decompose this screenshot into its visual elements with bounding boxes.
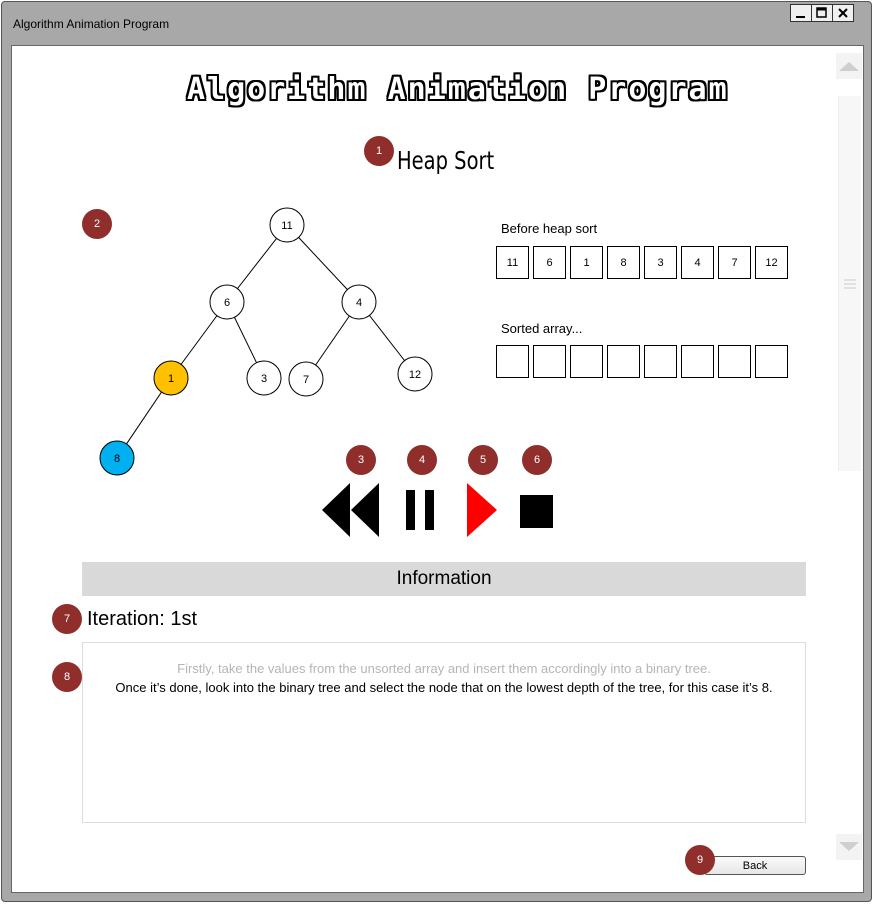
- array-cell: [533, 345, 566, 378]
- array-cell: [681, 345, 714, 378]
- arrow-down-icon: [839, 842, 859, 851]
- information-header: Information: [82, 562, 806, 596]
- scroll-up-button[interactable]: [836, 53, 862, 79]
- pause-button[interactable]: [406, 490, 438, 537]
- window-controls: [790, 4, 854, 22]
- array-cell: 3: [644, 246, 677, 279]
- before-array: 11 6 1 8 3 4 7 12: [496, 246, 792, 279]
- annotation-marker-8: 8: [52, 662, 82, 692]
- stop-icon: [520, 495, 553, 528]
- array-cell: 1: [570, 246, 603, 279]
- array-cell: 4: [681, 246, 714, 279]
- sorted-array-label: Sorted array...: [501, 321, 583, 336]
- annotation-marker-4: 4: [407, 445, 437, 475]
- maximize-icon: [816, 7, 827, 18]
- sorted-array: [496, 345, 792, 378]
- app-window: Algorithm Animation Program Algorithm An…: [1, 1, 872, 902]
- minimize-icon: [796, 16, 805, 18]
- array-cell: [607, 345, 640, 378]
- before-array-label: Before heap sort: [501, 221, 598, 236]
- tree-node-label: 4: [356, 297, 362, 309]
- annotation-marker-6: 6: [522, 445, 552, 475]
- play-button[interactable]: [467, 483, 499, 544]
- array-cell: 12: [755, 246, 788, 279]
- description-line-1: Firstly, take the values from the unsort…: [177, 661, 711, 676]
- array-cell: 11: [496, 246, 529, 279]
- annotation-marker-3: 3: [346, 445, 376, 475]
- stop-button[interactable]: [520, 495, 554, 534]
- array-cell: 7: [718, 246, 751, 279]
- array-cell: [644, 345, 677, 378]
- tree-node-label: 11: [281, 220, 292, 232]
- maximize-button[interactable]: [811, 4, 833, 22]
- tree-node-label: 6: [224, 297, 230, 309]
- window-title: Algorithm Animation Program: [13, 17, 170, 31]
- array-cell: [496, 345, 529, 378]
- array-cell: [755, 345, 788, 378]
- binary-tree: 11 6 4 1 3 7 12 8: [99, 207, 433, 476]
- tree-node-label: 3: [261, 373, 267, 385]
- tree-node-label: 7: [303, 374, 309, 386]
- tree-node-label: 1: [168, 373, 174, 385]
- pause-icon: [406, 490, 434, 530]
- description-line-2: Once it’s done, look into the binary tre…: [115, 680, 773, 695]
- main-content: Algorithm Animation Program 1 Heap Sort …: [11, 45, 864, 893]
- description-box: Firstly, take the values from the unsort…: [82, 642, 806, 823]
- rewind-icon: [322, 483, 379, 537]
- array-cell: [570, 345, 603, 378]
- tree-node-label: 12: [409, 369, 421, 381]
- array-cell: 6: [533, 246, 566, 279]
- annotation-marker-7: 7: [52, 604, 82, 634]
- title-bar: Algorithm Animation Program: [2, 2, 871, 44]
- back-button[interactable]: Back: [704, 856, 806, 875]
- tree-node-label: 8: [114, 453, 120, 465]
- array-cell: 8: [607, 246, 640, 279]
- vertical-scrollbar[interactable]: [838, 96, 861, 471]
- scroll-grip-icon: [844, 279, 856, 289]
- close-button[interactable]: [832, 4, 854, 22]
- scroll-down-button[interactable]: [836, 834, 862, 860]
- close-icon: [838, 8, 848, 18]
- annotation-marker-9: 9: [685, 845, 715, 875]
- minimize-button[interactable]: [790, 4, 812, 22]
- arrow-up-icon: [839, 62, 859, 71]
- array-cell: [718, 345, 751, 378]
- iteration-label: Iteration: 1st: [87, 608, 198, 630]
- annotation-marker-5: 5: [468, 445, 498, 475]
- rewind-button[interactable]: [322, 483, 382, 544]
- play-icon: [467, 483, 497, 537]
